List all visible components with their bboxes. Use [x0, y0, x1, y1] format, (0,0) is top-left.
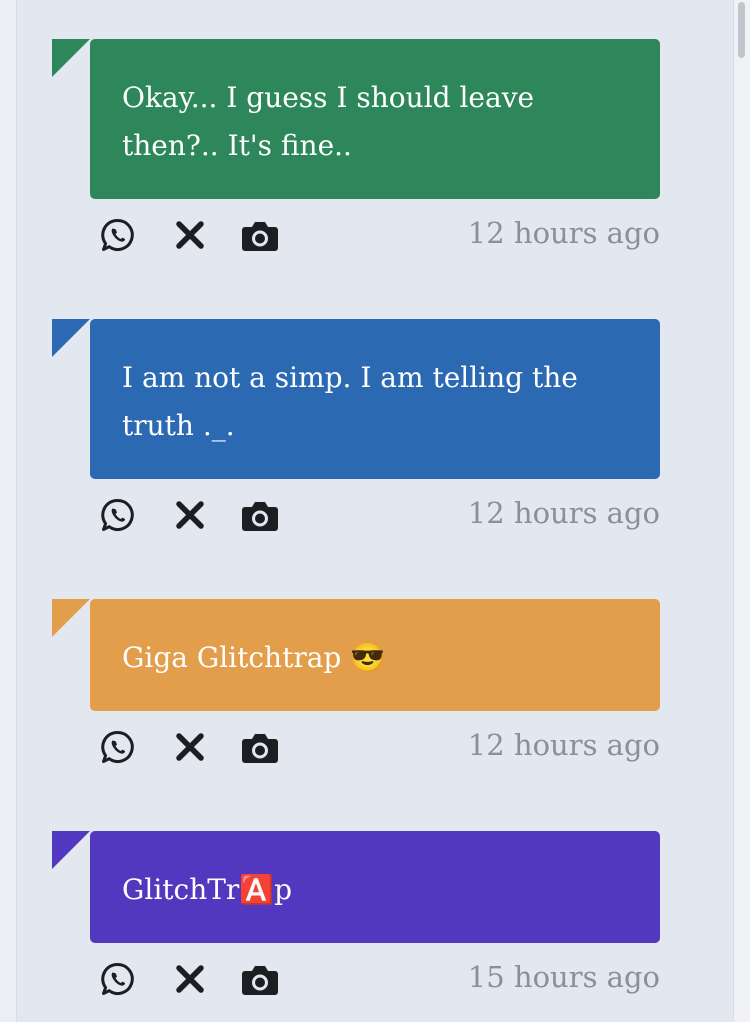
message-text-line: truth ._.: [122, 409, 235, 442]
whatsapp-icon: [101, 963, 134, 995]
bubble-tail: [52, 39, 90, 77]
timestamp: 12 hours ago: [467, 728, 660, 762]
close-icon: [176, 221, 204, 249]
whatsapp-share-button[interactable]: [98, 961, 138, 997]
message-actions: 12 hours ago: [90, 199, 660, 271]
message-card: I am not a simp. I am telling the truth …: [52, 319, 660, 551]
whatsapp-share-button[interactable]: [98, 497, 138, 533]
close-button[interactable]: [170, 497, 210, 533]
timestamp: 12 hours ago: [467, 216, 660, 250]
message-text-line: then?.. It's fine..: [122, 129, 352, 162]
close-icon: [176, 501, 204, 529]
screenshot-button[interactable]: [240, 961, 280, 997]
message-actions: 12 hours ago: [90, 711, 660, 783]
timestamp: 12 hours ago: [467, 496, 660, 530]
message-text-line: I am not a simp. I am telling the: [122, 361, 578, 394]
message-card: GlitchTr🅰️p 15 hours ago: [52, 831, 660, 1015]
close-icon: [176, 733, 204, 761]
message-text-line: GlitchTr🅰️p: [122, 873, 293, 906]
timestamp: 15 hours ago: [467, 960, 660, 994]
message-text-line: Giga Glitchtrap 😎: [122, 641, 386, 674]
message-actions: 12 hours ago: [90, 479, 660, 551]
screenshot-button[interactable]: [240, 729, 280, 765]
bubble-tail: [52, 599, 90, 637]
close-button[interactable]: [170, 961, 210, 997]
message-text-line: Okay... I guess I should leave: [122, 81, 535, 114]
close-button[interactable]: [170, 729, 210, 765]
whatsapp-icon: [101, 731, 134, 763]
message-card: Giga Glitchtrap 😎 12 hours ago: [52, 599, 660, 783]
left-edge: [0, 0, 17, 1022]
bubble-tail: [52, 319, 90, 357]
screenshot-button[interactable]: [240, 217, 280, 253]
bubble-tail: [52, 831, 90, 869]
message-bubble: GlitchTr🅰️p: [52, 831, 660, 943]
whatsapp-share-button[interactable]: [98, 217, 138, 253]
camera-icon: [242, 734, 278, 763]
camera-icon: [242, 222, 278, 251]
message-bubble: Giga Glitchtrap 😎: [52, 599, 660, 711]
vertical-scrollbar[interactable]: [733, 0, 750, 1022]
close-button[interactable]: [170, 217, 210, 253]
whatsapp-icon: [101, 219, 134, 251]
screenshot-button[interactable]: [240, 497, 280, 533]
message-bubble: I am not a simp. I am telling the truth …: [52, 319, 660, 479]
close-icon: [176, 965, 204, 993]
camera-icon: [242, 966, 278, 995]
whatsapp-icon: [101, 499, 134, 531]
message-actions: 15 hours ago: [90, 943, 660, 1015]
message-bubble: Okay... I guess I should leave then?.. I…: [52, 39, 660, 199]
whatsapp-share-button[interactable]: [98, 729, 138, 765]
message-card: Okay... I guess I should leave then?.. I…: [52, 39, 660, 271]
scrollbar-thumb[interactable]: [738, 2, 745, 58]
camera-icon: [242, 502, 278, 531]
